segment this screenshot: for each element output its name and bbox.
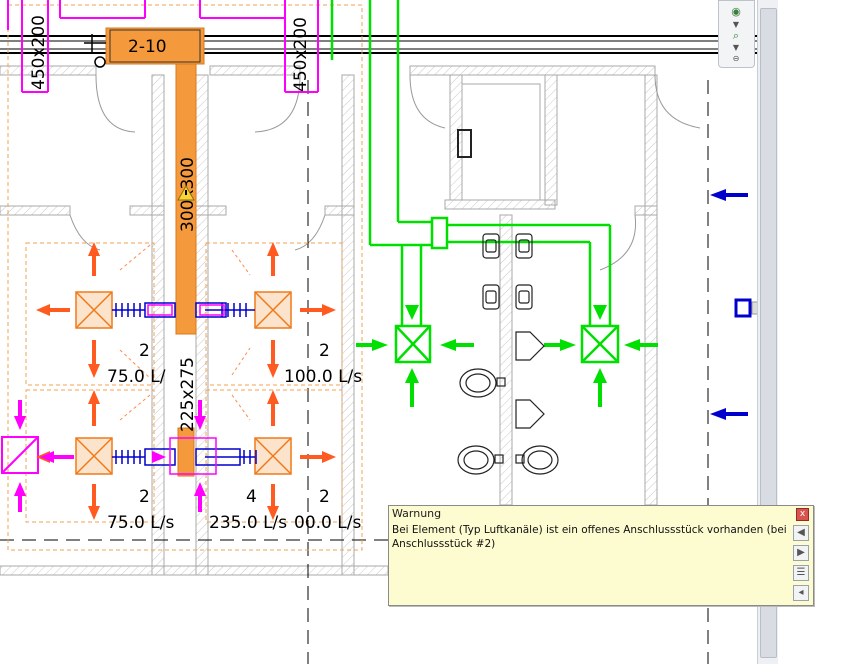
air-terminal-upper-right[interactable] xyxy=(254,291,292,329)
count-lower-mid: 4 xyxy=(246,487,257,507)
duct-label-top-right: 450x200 xyxy=(291,17,311,92)
warning-message: Bei Element (Typ Luftkanäle) ist ein off… xyxy=(392,524,787,550)
blue-markers xyxy=(710,189,761,420)
steering-wheel-icon[interactable]: ◉ xyxy=(728,5,744,19)
count-upper-right: 2 xyxy=(319,341,330,361)
warning-title: Warnung xyxy=(392,507,442,520)
chevron-down-icon[interactable]: ▼ xyxy=(730,21,742,29)
flow-upper-left: 75.0 L/ xyxy=(107,367,166,387)
count-lower-left: 2 xyxy=(139,487,150,507)
count-upper-left: 2 xyxy=(139,341,150,361)
close-icon[interactable]: x xyxy=(796,508,809,521)
return-ducts xyxy=(330,0,620,364)
air-terminal-lower-right[interactable] xyxy=(254,437,292,475)
warning-toolbar: ◀ ▶ ☰ ◂ xyxy=(791,523,810,603)
section-marker-icon xyxy=(84,34,106,68)
next-icon[interactable]: ▶ xyxy=(793,545,809,561)
previous-icon[interactable]: ◀ xyxy=(793,525,809,541)
expand-icon[interactable]: ◂ xyxy=(793,585,809,601)
duct-label-lower: 225x275 xyxy=(178,357,198,432)
warning-dialog[interactable]: Warnung x Bei Element (Typ Luftkanäle) i… xyxy=(388,505,814,606)
details-icon[interactable]: ☰ xyxy=(793,565,809,581)
flow-lower-right: 00.0 L/s xyxy=(294,513,361,533)
flow-upper-right: 100.0 L/s xyxy=(284,367,362,387)
duct-label-top-left: 450x200 xyxy=(29,15,49,90)
navigation-bar[interactable]: ◉ ▼ ⌕ ▼ ⊖ xyxy=(718,0,755,68)
air-terminal-lower-left[interactable] xyxy=(75,437,113,475)
chevron-down-icon[interactable]: ▼ xyxy=(730,44,742,52)
room-tag: 2-10 xyxy=(128,37,167,57)
flow-lower-mid: 235.0 L/s xyxy=(209,513,287,533)
flow-lower-left: 75.0 L/s xyxy=(107,513,174,533)
count-lower-right: 2 xyxy=(319,487,330,507)
air-terminal-upper-left[interactable] xyxy=(75,291,113,329)
supply-terminal-left[interactable] xyxy=(1,436,39,474)
zoom-icon[interactable]: ⌕ xyxy=(728,29,744,43)
settings-icon[interactable]: ⊖ xyxy=(730,55,742,63)
